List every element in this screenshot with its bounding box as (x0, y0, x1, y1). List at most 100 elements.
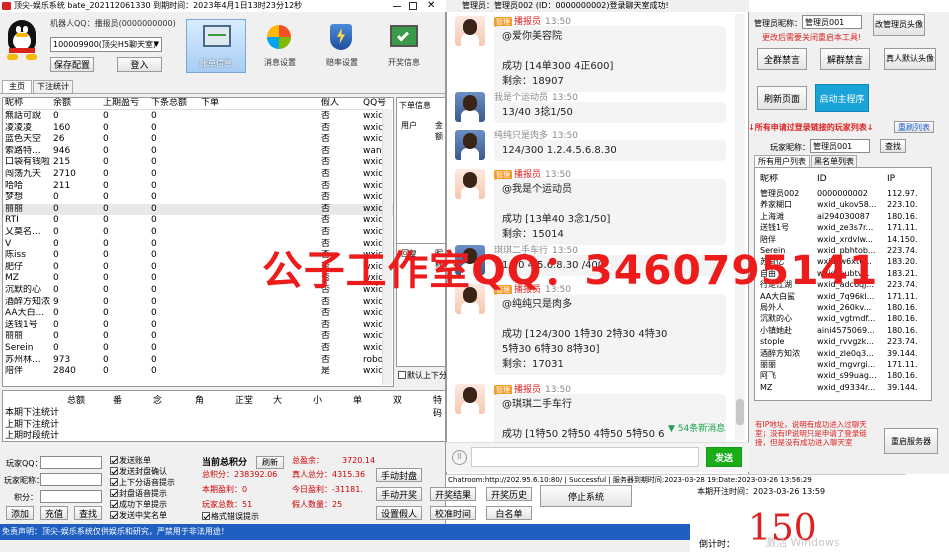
player-qq-input[interactable] (40, 456, 102, 469)
player-nick-input[interactable] (40, 473, 102, 486)
checkbox[interactable] (110, 478, 118, 486)
default-avatar-button[interactable]: 真人默认头像 (884, 48, 936, 70)
close-icon[interactable]: ✕ (427, 0, 435, 12)
user-row[interactable]: 阿飞 wxid_s99uag... 180.16. (755, 370, 931, 382)
calibrate-time-button[interactable]: 校准时间 (430, 506, 476, 520)
whitelist-button[interactable]: 白名单 (486, 506, 532, 520)
default-updown-checkbox[interactable] (398, 371, 406, 379)
draw-result-button[interactable]: 开奖结果 (430, 487, 476, 501)
table-row[interactable]: 送钱1号 0 0 0 否 wxid_ (3, 320, 393, 332)
message-bubble[interactable]: @爱你美容院 成功 [14单300 4正600] 剩余：18907 (494, 26, 726, 92)
chat-input[interactable] (471, 447, 699, 467)
user-row[interactable]: 酒醉方知浓 wxid_zle0q3... 39.144. (755, 348, 931, 360)
tab-all-users[interactable]: 所有用户列表 (754, 155, 810, 167)
table-row[interactable]: 蓝色天空 26 0 0 否 wxid_ (3, 134, 393, 146)
user-row[interactable]: 小镇她赴 aini4575069... 180.16. (755, 325, 931, 337)
table-row[interactable]: 梦想 0 0 0 否 wxid_ (3, 192, 393, 204)
setting-check[interactable]: 成功下单提示 (110, 499, 167, 510)
change-avatar-button[interactable]: 改管理员头像 (873, 14, 925, 36)
minimize-icon[interactable] (393, 6, 401, 7)
keyboard-icon[interactable]: ⠿ (452, 450, 467, 465)
chat-scrollbar[interactable] (735, 14, 745, 440)
table-row[interactable]: AA大白... 0 0 0 否 wxid_ (3, 308, 393, 320)
stop-system-button[interactable]: 停止系统 (540, 485, 632, 507)
manual-close-button[interactable]: 手动封盘 (376, 468, 422, 482)
mute-all-button[interactable]: 全群禁言 (757, 48, 807, 70)
table-row[interactable]: 哈哈 211 0 0 否 wxid_ (3, 181, 393, 193)
table-row[interactable]: RTI 0 0 0 否 wxid_ (3, 215, 393, 227)
user-row[interactable]: 上海滩 ai294030087 180.16. (755, 211, 931, 223)
setting-check[interactable]: 上下分语音提示 (110, 477, 175, 488)
user-row[interactable]: MZ wxid_d9334r... 39.144. (755, 382, 931, 394)
table-row[interactable]: 索路特... 946 0 0 否 wanhr (3, 146, 393, 158)
setting-check[interactable]: 封盘语音提示 (110, 488, 167, 499)
table-row[interactable]: 闯荡九天 2710 0 0 否 wxid_ (3, 169, 393, 181)
user-row[interactable]: 丽丽 wxid_mgvrgi... 171.11. (755, 359, 931, 371)
maximize-icon[interactable] (409, 2, 417, 10)
title-bar[interactable]: 顶尖-娱乐系统 bate_202112061330 到期时间：2023年4月1日… (0, 0, 446, 12)
table-row[interactable]: 乂莫名... 0 0 0 否 wxid_ (3, 227, 393, 239)
admin-nick-input[interactable]: 管理员001 (802, 15, 862, 29)
table-row[interactable]: Serein 0 0 0 否 wxid_ (3, 343, 393, 355)
tab-home[interactable]: 主页 (2, 80, 32, 93)
default-updown-check[interactable]: 默认上下分 (398, 370, 447, 381)
user-row[interactable]: 送钱1号 wxid_ze3s7r... 171.11. (755, 222, 931, 234)
tool-message-settings[interactable]: 消息设置 (250, 19, 310, 73)
player-nick-search-input[interactable]: 管理员001 (810, 139, 870, 153)
draw-history-button[interactable]: 开奖历史 (486, 487, 532, 501)
table-row[interactable]: 口袋有钱啦 215 0 0 否 wxid_ (3, 157, 393, 169)
tool-draw-info[interactable]: 开奖信息 (374, 19, 434, 73)
start-host-button[interactable]: 启动主程序 (815, 84, 869, 112)
new-messages-badge[interactable]: ▼ 54条新消息 (668, 421, 725, 434)
message-bubble[interactable]: 124/300 1.2.4.5.6.8.30 (494, 140, 726, 161)
chat-title-bar[interactable]: 管理员：管理员002 (ID：0000000002)登录聊天室成功! (446, 0, 749, 12)
send-button[interactable]: 发送 (706, 447, 742, 467)
user-row[interactable]: 陪伴 wxid_xrdvlw... 14.150. (755, 234, 931, 246)
user-row[interactable]: 沉默的心 wxid_vgtmdf... 180.16. (755, 313, 931, 325)
search-button[interactable]: 查找 (880, 139, 906, 153)
checkbox[interactable] (110, 511, 118, 519)
refresh-page-button[interactable]: 刷新页面 (757, 86, 807, 110)
tab-bet-stats[interactable]: 下注统计 (33, 80, 73, 93)
unmute-all-button[interactable]: 解群禁言 (820, 48, 870, 70)
message-bubble[interactable]: 13/40 3捻1/50 (494, 102, 726, 123)
checkbox[interactable] (110, 500, 118, 508)
table-row[interactable]: 苏州林... 973 0 0 否 robot (3, 355, 393, 367)
tool-odds-settings[interactable]: 赔率设置 (312, 19, 372, 73)
setting-check[interactable]: 发送封盘确认 (110, 466, 167, 477)
tool-bill-info[interactable]: 账单信息 (186, 19, 246, 73)
refresh-list-button[interactable]: 重刷列表 (894, 121, 934, 133)
message-bubble[interactable]: @琪琪二手车行成功 [1特50 2特50 4特50 5特50 6特50 8特50… (494, 394, 726, 442)
table-row[interactable]: 無話可說 0 0 0 否 wxid_ (3, 111, 393, 123)
table-row[interactable]: 陪伴 2840 0 0 是 wxid_ (3, 366, 393, 378)
player-points-input[interactable] (40, 490, 102, 503)
refresh-points-button[interactable]: 刷新 (256, 456, 284, 469)
checkbox[interactable] (110, 456, 118, 464)
account-select[interactable]: 100009900(顶尖H5聊天室) ▼ (50, 37, 162, 52)
recharge-button[interactable]: 充值 (40, 506, 68, 520)
table-row[interactable]: 丽丽 0 0 0 否 wxid_ (3, 331, 393, 343)
table-row[interactable]: 凌凌凌 160 0 0 否 wxid_ (3, 123, 393, 135)
setting-check[interactable]: 发送账单 (110, 455, 151, 466)
message-bubble[interactable]: @纯纯只是肉多 成功 [124/300 1特30 2特30 4特30 5特30 6特… (494, 294, 726, 375)
set-fake-button[interactable]: 设置假人 (376, 506, 422, 520)
login-button[interactable]: 登入 (117, 57, 162, 72)
user-row[interactable]: 局外人 wxid_260kv... 180.16. (755, 302, 931, 314)
user-row[interactable]: stople wxid_rvvgzk... 223.74. (755, 336, 931, 348)
format-error-check[interactable]: 格式错误提示 (202, 511, 259, 522)
table-row[interactable]: 酒醉方知浓 9 0 0 否 wxid_ (3, 297, 393, 309)
format-error-checkbox[interactable] (202, 512, 210, 520)
user-row[interactable]: 养家糊口 wxid_ukov58... 223.10. (755, 199, 931, 211)
checkbox[interactable] (110, 467, 118, 475)
table-row[interactable]: 丽丽 0 0 0 否 wxid_ (3, 203, 393, 216)
manual-draw-button[interactable]: 手动开奖 (376, 487, 422, 501)
tab-blacklist[interactable]: 黑名单列表 (811, 155, 857, 167)
checkbox[interactable] (110, 489, 118, 497)
message-bubble[interactable]: @我是个运动员 成功 [13单40 3念1/50] 剩余：15014 (494, 179, 726, 245)
find-player-button[interactable]: 查找 (74, 506, 102, 520)
user-row[interactable]: 管理员002 0000000002 112.97. (755, 188, 931, 200)
restart-server-button[interactable]: 重启服务器 (884, 428, 938, 454)
save-config-button[interactable]: 保存配置 (50, 57, 94, 72)
setting-check[interactable]: 发送中奖名单 (110, 510, 167, 521)
add-player-button[interactable]: 添加 (6, 506, 34, 520)
